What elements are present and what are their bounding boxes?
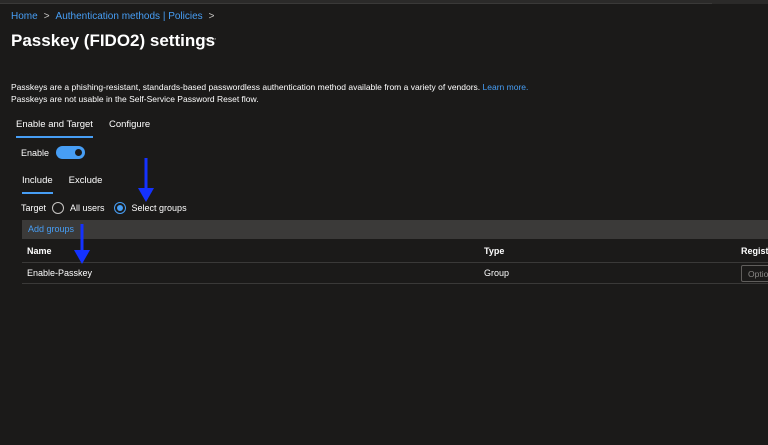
description: Passkeys are a phishing-resistant, stand… (11, 81, 528, 105)
enable-row: Enable (21, 146, 86, 159)
annotation-arrow-icon (74, 224, 90, 264)
breadcrumb-auth-methods[interactable]: Authentication methods | Policies (56, 11, 203, 22)
breadcrumb: Home > Authentication methods | Policies… (11, 11, 215, 22)
radio-all-users-label[interactable]: All users (70, 203, 105, 213)
radio-all-users[interactable] (52, 202, 65, 214)
registration-dropdown-value: Optio (748, 269, 768, 279)
column-header-type[interactable]: Type (484, 246, 504, 256)
tab-exclude[interactable]: Exclude (69, 175, 103, 194)
more-icon[interactable]: ··· (204, 33, 218, 45)
page-title: Passkey (FIDO2) settings (11, 31, 216, 50)
top-bar (0, 0, 768, 4)
cell-group-type: Group (484, 268, 510, 278)
learn-more-link[interactable]: Learn more. (483, 82, 529, 92)
registration-dropdown[interactable]: Optio (741, 265, 768, 282)
target-label: Target (21, 203, 47, 213)
enable-label: Enable (21, 147, 50, 158)
header-divider (22, 262, 768, 263)
radio-select-groups[interactable] (113, 202, 126, 214)
tab-configure[interactable]: Configure (109, 119, 150, 138)
enable-toggle[interactable] (56, 146, 86, 159)
cell-group-name[interactable]: Enable-Passkey (27, 268, 92, 278)
column-header-registration[interactable]: Regist (741, 246, 768, 256)
annotation-arrow-icon (138, 158, 154, 202)
add-groups-button[interactable]: Add groups (28, 224, 74, 234)
add-groups-bar: Add groups (22, 220, 768, 239)
row-divider (22, 283, 768, 284)
description-line2: Passkeys are not usable in the Self-Serv… (11, 94, 259, 104)
tab-enable-and-target[interactable]: Enable and Target (16, 119, 93, 138)
radio-select-groups-label[interactable]: Select groups (132, 203, 187, 213)
chevron-right-icon: > (43, 11, 50, 22)
chevron-right-icon: > (208, 11, 215, 22)
target-row: Target All users Select groups (21, 202, 187, 214)
tab-include[interactable]: Include (22, 175, 53, 194)
column-header-name[interactable]: Name (27, 246, 52, 256)
breadcrumb-home[interactable]: Home (11, 11, 38, 22)
main-tabs: Enable and Target Configure (16, 119, 150, 138)
description-line1: Passkeys are a phishing-resistant, stand… (11, 82, 481, 92)
toggle-knob (75, 149, 83, 156)
sub-tabs: Include Exclude (22, 175, 102, 194)
